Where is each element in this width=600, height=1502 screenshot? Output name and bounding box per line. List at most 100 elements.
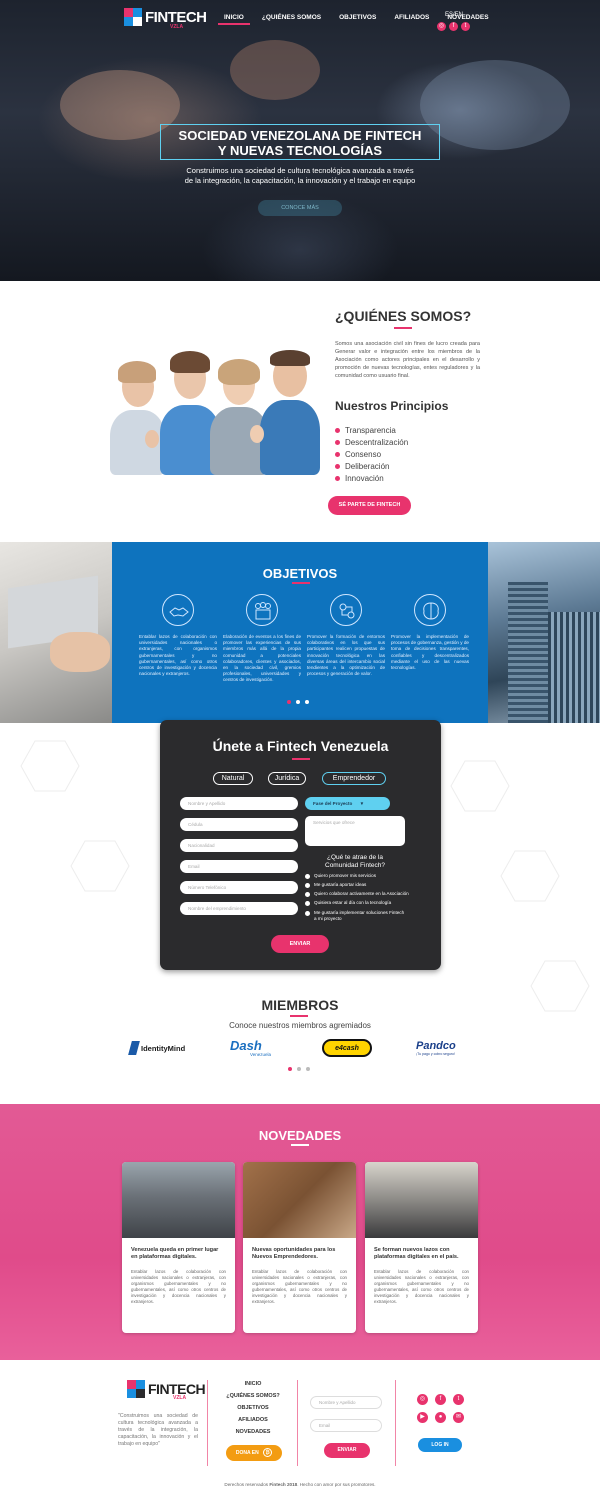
objectives-carousel-dots: [287, 700, 309, 704]
members-carousel-dots: [288, 1067, 310, 1071]
nav-item-inicio[interactable]: INICIO: [218, 12, 250, 25]
name-field[interactable]: Nombre y Apellido: [180, 797, 298, 810]
news-card-title[interactable]: Venezuela queda en primer lugar en plata…: [131, 1247, 226, 1261]
submit-button[interactable]: ENVIAR: [271, 935, 329, 953]
footer-link-inicio[interactable]: INICIO: [218, 1381, 288, 1393]
news-card-text: Entablar lazos de colaboración con unive…: [374, 1269, 469, 1304]
option-stay-updated[interactable]: Quisiera estar al día con la tecnología: [305, 900, 391, 906]
news-image: [122, 1162, 235, 1238]
facebook-icon[interactable]: f: [435, 1394, 446, 1405]
phone-field[interactable]: Número Telefónico: [180, 881, 298, 894]
footer-link-novedades[interactable]: NOVEDADES: [218, 1429, 288, 1441]
carousel-dot[interactable]: [288, 1067, 292, 1071]
instagram-icon[interactable]: ◎: [437, 22, 446, 31]
question-line1: ¿Qué te atrae de la: [326, 854, 383, 861]
login-button[interactable]: LOG IN: [418, 1438, 462, 1452]
brand-logo[interactable]: FINTECH VZLA: [124, 8, 207, 30]
learn-more-button[interactable]: CONOCE MÁS: [258, 200, 342, 216]
radio-button[interactable]: [305, 910, 310, 916]
news-card-text: Entablar lazos de colaboración con unive…: [252, 1269, 347, 1304]
option-implement-solutions[interactable]: Me gustaría implementar soluciones Finte…: [305, 910, 404, 922]
news-card[interactable]: Nuevas oportunidades para los Nuevos Emp…: [243, 1162, 356, 1333]
title-underline: [292, 758, 310, 760]
tab-juridica[interactable]: Jurídica: [268, 772, 306, 785]
tab-natural[interactable]: Natural: [213, 772, 253, 785]
radio-button[interactable]: [305, 882, 310, 888]
copyright-prefix: Derechos reservados: [224, 1482, 270, 1487]
option-promote-services[interactable]: Quiero promover mis servicios: [305, 873, 376, 879]
objectives-section: OBJETIVOS Entablar lazos de colaboración…: [112, 542, 488, 723]
radio-button[interactable]: [305, 900, 310, 906]
project-phase-select[interactable]: Fase del Proyecto ▼: [305, 797, 390, 810]
twitter-icon[interactable]: t: [453, 1394, 464, 1405]
youtube-icon[interactable]: ▶: [417, 1412, 428, 1423]
e4cash-logo[interactable]: e4cash: [322, 1037, 372, 1059]
objective-text: Elaboración de eventos a los fines de pr…: [223, 634, 301, 683]
news-card[interactable]: Venezuela queda en primer lugar en plata…: [122, 1162, 235, 1333]
hero-subtitle-line2: de la integración, la capacitación, la i…: [184, 176, 416, 185]
hero-section: FINTECH VZLA INICIO ¿QUIÉNES SOMOS OBJET…: [0, 0, 600, 281]
facebook-icon[interactable]: f: [449, 22, 458, 31]
principles-title: Nuestros Principios: [335, 399, 449, 413]
services-textarea[interactable]: Servicios que ofrece: [305, 816, 405, 846]
github-icon[interactable]: ●: [435, 1412, 446, 1423]
language-switch[interactable]: ES/EN: [445, 12, 463, 18]
option-label: Me gustaría aportar ideas: [314, 882, 367, 887]
who-title: ¿QUIÉNES SOMOS?: [335, 308, 472, 324]
footer-brand-tag: VZLA: [173, 1395, 187, 1401]
footer-email-field[interactable]: Email: [310, 1419, 382, 1432]
brain-icon: [414, 594, 446, 626]
carousel-dot[interactable]: [306, 1067, 310, 1071]
people-icon: [246, 594, 278, 626]
footer-brand-logo[interactable]: FINTECH VZLA: [127, 1380, 206, 1401]
pandco-logo[interactable]: Pandco ¡Tu pago y cobro seguro!: [416, 1037, 456, 1059]
footer-link-objetivos[interactable]: OBJETIVOS: [218, 1405, 288, 1417]
footer-send-button[interactable]: ENVIAR: [324, 1443, 370, 1458]
cube-logo-icon: [127, 1380, 145, 1398]
attraction-question: ¿Qué te atrae de la Comunidad Fintech?: [305, 854, 405, 870]
option-label: Quiero promover mis servicios: [314, 873, 377, 878]
members-title: MIEMBROS: [261, 997, 339, 1013]
radio-button[interactable]: [305, 873, 310, 879]
donate-button[interactable]: DONA EN ₿: [226, 1445, 282, 1461]
instagram-icon[interactable]: ◎: [417, 1394, 428, 1405]
nav-item-quienes-somos[interactable]: ¿QUIÉNES SOMOS: [256, 12, 327, 25]
news-card[interactable]: Se forman nuevos lazos con plataformas d…: [365, 1162, 478, 1333]
dash-logo[interactable]: Dash Venezuela: [230, 1037, 271, 1059]
objective-item: Entablar lazos de colaboración con unive…: [139, 594, 217, 677]
option-contribute-ideas[interactable]: Me gustaría aportar ideas: [305, 882, 366, 888]
members-subtitle: Conoce nuestros miembros agremiados: [229, 1021, 371, 1030]
nationality-field[interactable]: Nacionalidad: [180, 839, 298, 852]
id-field[interactable]: Cédula: [180, 818, 298, 831]
copyright-suffix: . Hecho con amor por sus promotores.: [297, 1482, 376, 1487]
hexagon-decoration: [450, 760, 510, 812]
identitymind-logo[interactable]: IdentityMind: [128, 1037, 185, 1059]
join-fintech-button[interactable]: SÉ PARTE DE FINTECH: [328, 496, 411, 515]
news-card-title[interactable]: Nuevas oportunidades para los Nuevos Emp…: [252, 1247, 347, 1261]
footer-name-field[interactable]: Nombre y Apellido: [310, 1396, 382, 1409]
footer-link-afiliados[interactable]: AFILIADOS: [218, 1417, 288, 1429]
footer-link-quienes-somos[interactable]: ¿QUIÉNES SOMOS?: [218, 1393, 288, 1405]
email-field[interactable]: Email: [180, 860, 298, 873]
hero-title-line2: Y NUEVAS TECNOLOGÍAS: [217, 143, 383, 158]
nav-item-afiliados[interactable]: AFILIADOS: [388, 12, 435, 25]
who-description: Somos una asociación civil sin fines de …: [335, 341, 480, 379]
hero-hands-shape: [230, 40, 320, 100]
venture-name-field[interactable]: Nombre del emprendimiento: [180, 902, 298, 915]
identitymind-icon: [128, 1041, 140, 1055]
footer-links: INICIO ¿QUIÉNES SOMOS? OBJETIVOS AFILIAD…: [218, 1381, 288, 1441]
principle-item: Consenso: [335, 448, 408, 460]
carousel-dot[interactable]: [305, 700, 309, 704]
project-phase-label: Fase del Proyecto: [313, 801, 353, 806]
carousel-dot[interactable]: [296, 700, 300, 704]
radio-button[interactable]: [305, 891, 310, 897]
option-collaborate[interactable]: Quiero colaborar activamente en la Asoci…: [305, 891, 409, 897]
tab-emprendedor[interactable]: Emprendedor: [322, 772, 386, 785]
twitter-icon[interactable]: t: [461, 22, 470, 31]
news-card-title[interactable]: Se forman nuevos lazos con plataformas d…: [374, 1247, 469, 1261]
nav-item-objetivos[interactable]: OBJETIVOS: [333, 12, 382, 25]
carousel-dot[interactable]: [297, 1067, 301, 1071]
carousel-dot[interactable]: [287, 700, 291, 704]
mail-icon[interactable]: ✉: [453, 1412, 464, 1423]
principle-item: Deliberación: [335, 460, 408, 472]
